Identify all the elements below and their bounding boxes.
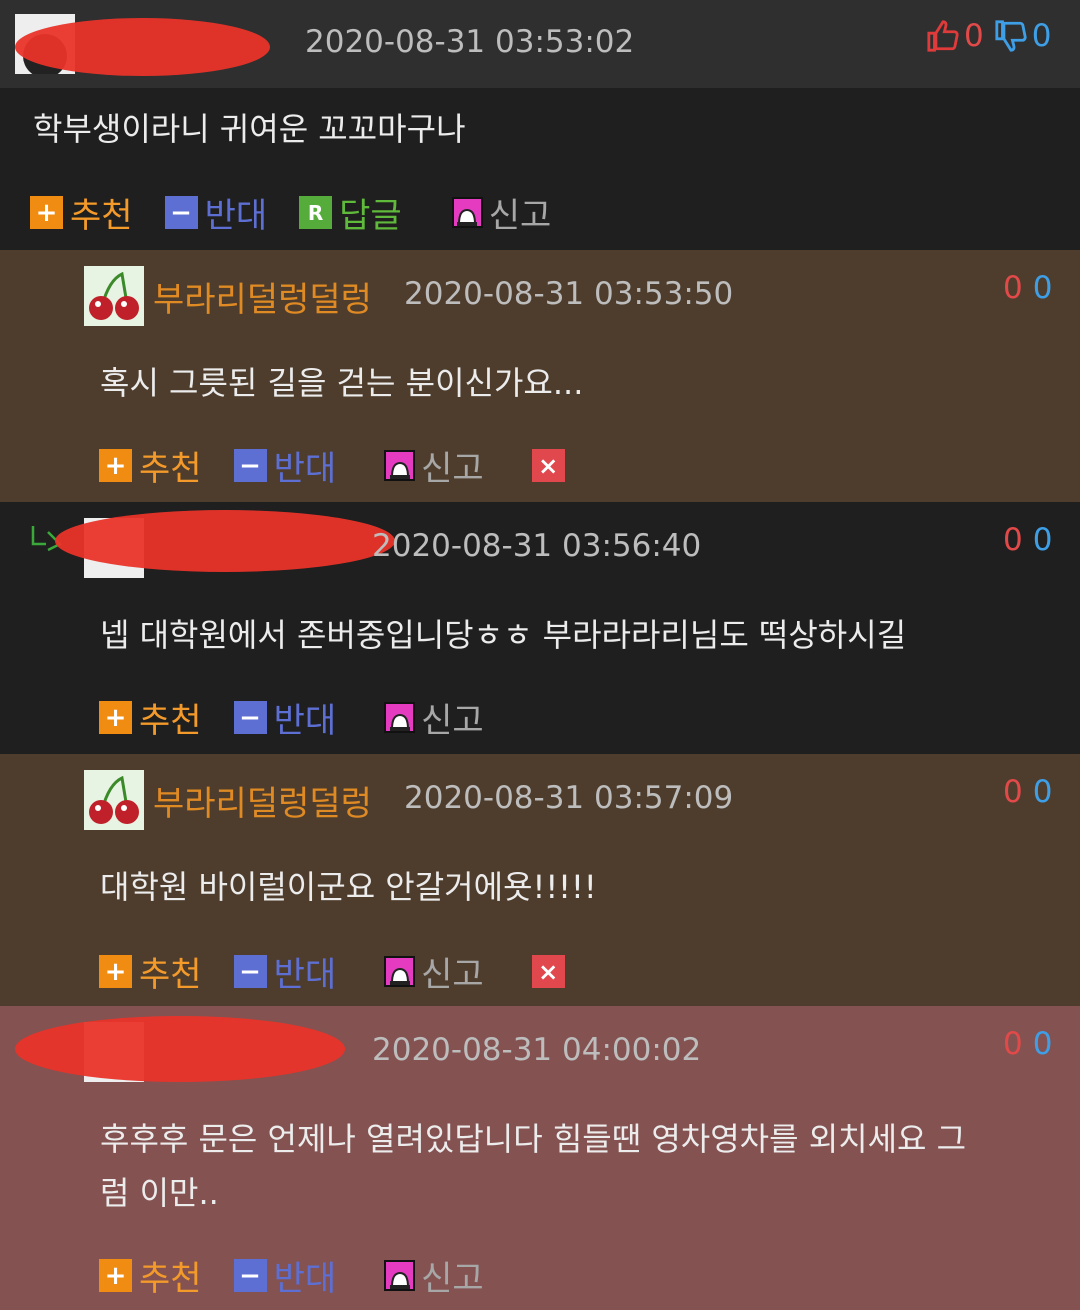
- report-button[interactable]: 신고: [384, 947, 484, 996]
- comment-actions: + 추천 − 반대 신고: [99, 1251, 516, 1300]
- oppose-label: 반대: [204, 196, 268, 236]
- redaction-scribble: [15, 18, 270, 76]
- recommend-button[interactable]: + 추천: [99, 441, 202, 490]
- plus-icon: +: [30, 196, 63, 229]
- thumbs-up-icon[interactable]: [926, 19, 960, 53]
- up-count: 0: [964, 18, 984, 54]
- recommend-label: 추천: [70, 196, 133, 236]
- siren-icon: [384, 956, 416, 987]
- recommend-label: 추천: [139, 449, 202, 489]
- avatar[interactable]: [84, 266, 144, 326]
- delete-icon[interactable]: ×: [531, 449, 565, 482]
- recommend-button[interactable]: + 추천: [99, 947, 202, 996]
- report-label: 신고: [421, 449, 484, 489]
- plus-icon: +: [99, 449, 132, 482]
- recommend-label: 추천: [139, 1259, 202, 1299]
- siren-icon: [451, 197, 483, 228]
- comment-date: 2020-08-31 04:00:02: [372, 1032, 702, 1068]
- cherry-icon: [89, 271, 139, 320]
- down-count[interactable]: 0: [1033, 522, 1053, 558]
- oppose-button[interactable]: − 반대: [164, 188, 268, 237]
- up-count[interactable]: 0: [1003, 522, 1023, 558]
- cherry-icon: [89, 775, 139, 824]
- report-label: 신고: [488, 196, 552, 236]
- vote-counts: 0 0: [1003, 522, 1052, 558]
- oppose-label: 반대: [273, 1259, 337, 1299]
- report-label: 신고: [421, 701, 484, 741]
- siren-icon: [384, 1260, 416, 1291]
- vote-counts: 0 0: [1003, 270, 1052, 306]
- oppose-label: 반대: [273, 955, 337, 995]
- comment-4: 부라리덜렁덜렁 2020-08-31 03:57:09 0 0 대학원 바이럴이…: [0, 754, 1080, 1006]
- comment-date: 2020-08-31 03:53:02: [305, 24, 635, 60]
- down-count[interactable]: 0: [1033, 1026, 1053, 1062]
- comment-text: 대학원 바이럴이군요 안갈거에욧!!!!!: [100, 868, 597, 906]
- plus-icon: +: [99, 955, 132, 988]
- comment-text: 넵 대학원에서 존버중입니당ㅎㅎ 부라라라리님도 떡상하시길: [100, 616, 907, 654]
- comment-actions: + 추천 − 반대 신고 ×: [99, 947, 565, 996]
- siren-icon: [384, 450, 416, 481]
- plus-icon: +: [99, 1259, 132, 1292]
- minus-icon: −: [164, 196, 198, 229]
- oppose-button[interactable]: − 반대: [233, 441, 337, 490]
- down-count: 0: [1031, 18, 1052, 54]
- minus-icon: −: [233, 449, 267, 482]
- comment-date: 2020-08-31 03:56:40: [372, 528, 702, 564]
- down-count[interactable]: 0: [1033, 774, 1053, 810]
- recommend-label: 추천: [139, 701, 202, 741]
- report-label: 신고: [421, 955, 484, 995]
- oppose-button[interactable]: − 반대: [233, 1251, 337, 1300]
- comment-actions: + 추천 − 반대 신고: [99, 693, 516, 742]
- comment-1: 2020-08-31 03:53:02 0 0 학부생이라니 귀여운 꼬꼬마구나…: [0, 0, 1080, 250]
- oppose-label: 반대: [273, 449, 337, 489]
- comment-text: 혹시 그릇된 길을 걷는 분이신가요...: [100, 364, 584, 402]
- minus-icon: −: [233, 1259, 267, 1292]
- report-button[interactable]: 신고: [384, 441, 484, 490]
- recommend-button[interactable]: + 추천: [30, 188, 133, 237]
- comment-1-header: 2020-08-31 03:53:02 0 0: [0, 0, 1080, 88]
- redaction-scribble: [55, 510, 395, 572]
- up-count[interactable]: 0: [1003, 270, 1023, 306]
- comment-text: 후후후 문은 언제나 열려있답니다 힘들땐 영차영차를 외치세요 그: [100, 1120, 967, 1158]
- up-count[interactable]: 0: [1003, 774, 1023, 810]
- report-button[interactable]: 신고: [384, 693, 484, 742]
- comment-text: 학부생이라니 귀여운 꼬꼬마구나: [33, 110, 466, 148]
- up-count[interactable]: 0: [1003, 1026, 1023, 1062]
- delete-icon[interactable]: ×: [531, 955, 565, 988]
- nickname[interactable]: 부라리덜렁덜렁: [153, 272, 372, 321]
- oppose-label: 반대: [273, 701, 337, 741]
- thumbs-down-icon[interactable]: [994, 19, 1028, 53]
- comment-actions: + 추천 − 반대 신고 ×: [99, 441, 565, 490]
- avatar[interactable]: [84, 770, 144, 830]
- vote-counts: 0 0: [926, 18, 1051, 54]
- comment-actions: + 추천 − 반대 R 답글 신고: [30, 188, 583, 237]
- comment-text-line2: 럼 이만..: [100, 1174, 219, 1212]
- recommend-button[interactable]: + 추천: [99, 693, 202, 742]
- comment-3: 2020-08-31 03:56:40 0 0 넵 대학원에서 존버중입니당ㅎㅎ…: [0, 502, 1080, 754]
- comment-2: 부라리덜렁덜렁 2020-08-31 03:53:50 0 0 혹시 그릇된 길…: [0, 250, 1080, 502]
- siren-icon: [384, 702, 416, 733]
- vote-counts: 0 0: [1003, 774, 1052, 810]
- recommend-button[interactable]: + 추천: [99, 1251, 202, 1300]
- report-label: 신고: [421, 1259, 484, 1299]
- report-button[interactable]: 신고: [384, 1251, 484, 1300]
- comment-date: 2020-08-31 03:53:50: [404, 276, 734, 312]
- minus-icon: −: [233, 955, 267, 988]
- plus-icon: +: [99, 701, 132, 734]
- down-count[interactable]: 0: [1033, 270, 1053, 306]
- oppose-button[interactable]: − 반대: [233, 947, 337, 996]
- reply-button[interactable]: R 답글: [299, 188, 402, 237]
- recommend-label: 추천: [139, 955, 202, 995]
- minus-icon: −: [233, 701, 267, 734]
- nickname[interactable]: 부라리덜렁덜렁: [153, 776, 372, 825]
- reply-icon: R: [299, 196, 333, 229]
- oppose-button[interactable]: − 반대: [233, 693, 337, 742]
- comment-5: 2020-08-31 04:00:02 0 0 후후후 문은 언제나 열려있답니…: [0, 1006, 1080, 1310]
- report-button[interactable]: 신고: [451, 188, 552, 237]
- redaction-scribble: [15, 1016, 345, 1082]
- reply-label: 답글: [339, 196, 402, 236]
- comment-date: 2020-08-31 03:57:09: [404, 780, 734, 816]
- vote-counts: 0 0: [1003, 1026, 1052, 1062]
